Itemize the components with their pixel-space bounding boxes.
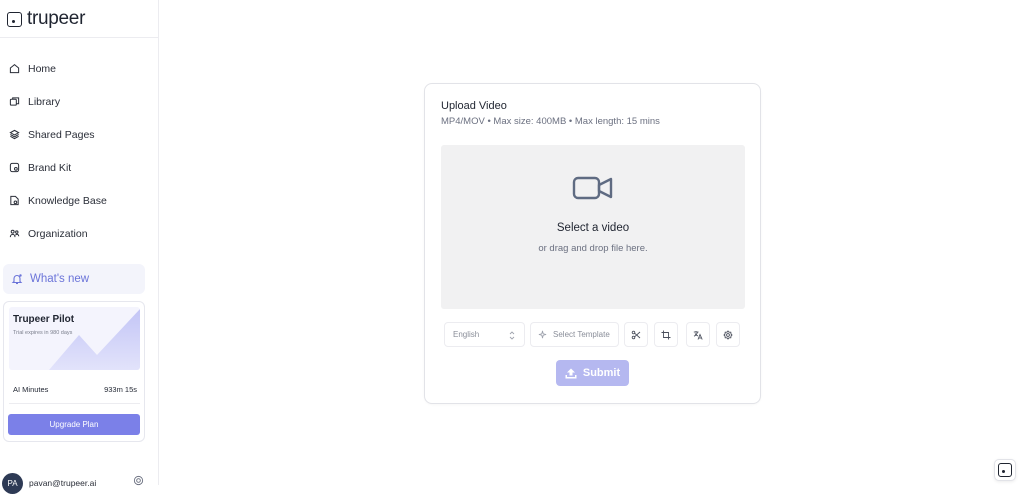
sidebar-item-knowledge-base[interactable]: Knowledge Base: [0, 184, 158, 217]
sidebar-item-brand-kit[interactable]: Brand Kit: [0, 151, 158, 184]
sidebar-item-label: Brand Kit: [28, 161, 72, 174]
crop-icon: [661, 330, 671, 339]
user-profile[interactable]: PA pavan@trupeer.ai: [2, 472, 152, 494]
trupeer-logo-icon: [998, 463, 1012, 477]
organization-icon: [9, 229, 20, 238]
upload-icon: [565, 368, 577, 378]
ai-minutes-row: AI Minutes 933m 15s: [13, 385, 137, 394]
bell-icon: [11, 274, 23, 285]
ai-minutes-label: AI Minutes: [13, 385, 49, 394]
user-email: pavan@trupeer.ai: [29, 478, 97, 488]
sidebar-item-label: Organization: [28, 227, 88, 240]
video-dropzone[interactable]: Select a video or drag and drop file her…: [441, 145, 745, 309]
settings-button[interactable]: [716, 322, 740, 347]
upgrade-plan-button[interactable]: Upgrade Plan: [8, 414, 140, 435]
translate-button[interactable]: [686, 322, 710, 347]
brand-kit-icon: [9, 162, 20, 173]
ai-minutes-value: 933m 15s: [104, 385, 137, 394]
template-label: Select Template: [553, 330, 610, 339]
whats-new-button[interactable]: What's new: [3, 264, 145, 294]
trupeer-logo-icon: [7, 11, 22, 27]
translate-icon: [693, 330, 703, 340]
upload-title: Upload Video: [441, 100, 507, 112]
layers-icon: [9, 129, 20, 140]
library-icon: [9, 97, 20, 106]
plan-title: Trupeer Pilot: [13, 314, 75, 325]
submit-label: Submit: [582, 367, 621, 379]
knowledge-base-icon: [10, 195, 19, 206]
sidebar-item-shared-pages[interactable]: Shared Pages: [0, 118, 158, 151]
upload-requirements: MP4/MOV • Max size: 400MB • Max length: …: [441, 116, 660, 127]
chevron-up-down-icon: [509, 331, 515, 340]
video-camera-icon: [572, 176, 613, 200]
dropzone-hint: or drag and drop file here.: [538, 243, 648, 254]
avatar: PA: [2, 472, 23, 494]
divider: [0, 37, 158, 38]
home-icon: [9, 63, 20, 74]
select-template-button[interactable]: Select Template: [530, 322, 619, 347]
sidebar-item-library[interactable]: Library: [0, 85, 158, 118]
plan-card: Trupeer Pilot Trial expires in 980 days …: [3, 301, 145, 442]
sidebar-item-label: Library: [28, 95, 61, 108]
language-value: English: [453, 330, 480, 339]
brand-name: trupeer: [27, 8, 86, 29]
trim-button[interactable]: [624, 322, 648, 347]
sidebar-item-home[interactable]: Home: [0, 52, 158, 85]
sidebar-nav: Home Library Shared Pages Brand Kit Know…: [0, 52, 158, 250]
scissors-icon: [631, 330, 641, 339]
upload-card: Upload Video MP4/MOV • Max size: 400MB •…: [424, 83, 761, 404]
sidebar-item-label: Knowledge Base: [28, 194, 107, 207]
sidebar-item-organization[interactable]: Organization: [0, 217, 158, 250]
gear-icon: [723, 329, 733, 340]
trupeer-logo[interactable]: trupeer: [7, 8, 86, 29]
sidebar-item-label: Shared Pages: [28, 128, 95, 141]
language-select[interactable]: English: [444, 322, 525, 347]
plan-trial-text: Trial expires in 980 days: [13, 330, 73, 336]
sparkle-icon: [538, 330, 547, 339]
sidebar: trupeer Home Library Shared Pages Brand …: [0, 0, 159, 494]
whats-new-label: What's new: [30, 273, 90, 285]
divider: [9, 403, 140, 404]
crop-button[interactable]: [654, 322, 678, 347]
sidebar-item-label: Home: [28, 62, 57, 75]
settings-icon[interactable]: [133, 475, 144, 486]
floating-app-button[interactable]: [994, 459, 1016, 481]
dropzone-title: Select a video: [556, 222, 630, 234]
submit-button[interactable]: Submit: [556, 360, 629, 386]
